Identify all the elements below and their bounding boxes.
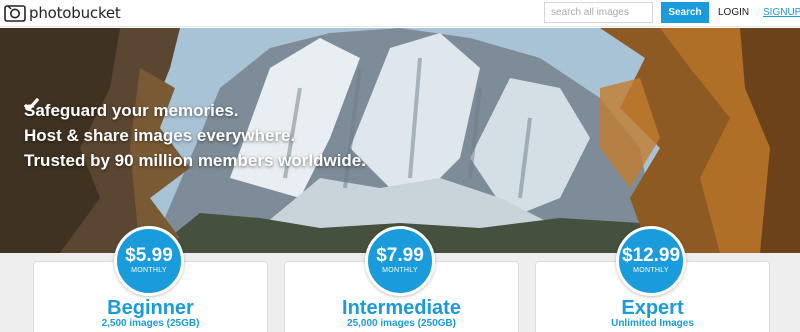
price-badge: $5.99 MONTHLY bbox=[114, 226, 184, 296]
top-nav-bar: photobucket Search LOGIN SIGNUP bbox=[0, 0, 800, 27]
plan-detail: Unlimited Images bbox=[611, 318, 694, 329]
checkmark-icon bbox=[24, 98, 39, 111]
search-input[interactable] bbox=[544, 2, 653, 23]
plan-detail: 25,000 images (250GB) bbox=[347, 318, 456, 329]
price-amount: $5.99 bbox=[125, 245, 173, 266]
price-badge: $12.99 MONTHLY bbox=[616, 226, 686, 296]
login-link[interactable]: LOGIN bbox=[718, 7, 749, 18]
photobucket-logo[interactable]: photobucket bbox=[4, 3, 121, 23]
price-amount: $12.99 bbox=[621, 245, 681, 266]
feature-bullets: Safeguard your memories. Host & share im… bbox=[24, 98, 366, 173]
price-period: MONTHLY bbox=[633, 267, 669, 274]
price-period: MONTHLY bbox=[131, 267, 167, 274]
signup-link[interactable]: SIGNUP bbox=[763, 7, 800, 18]
feature-text: Trusted by 90 million members worldwide. bbox=[24, 150, 366, 170]
price-badge: $7.99 MONTHLY bbox=[365, 226, 435, 296]
feature-bullet: Trusted by 90 million members worldwide. bbox=[24, 98, 366, 173]
plan-name: Beginner bbox=[107, 297, 194, 319]
camera-logo-icon bbox=[4, 4, 26, 22]
hero-banner: Safeguard your memories. Host & share im… bbox=[0, 28, 800, 253]
search-button[interactable]: Search bbox=[661, 2, 709, 23]
feature-text: Host & share images everywhere. bbox=[24, 125, 296, 145]
feature-bullet: Host & share images everywhere. bbox=[24, 98, 366, 148]
feature-bullet: Safeguard your memories. bbox=[24, 98, 366, 123]
feature-text: Safeguard your memories. bbox=[24, 100, 239, 120]
plan-detail: 2,500 images (25GB) bbox=[101, 318, 200, 329]
plan-name: Intermediate bbox=[342, 297, 461, 319]
plan-name: Expert bbox=[621, 297, 684, 319]
logo-text: photobucket bbox=[29, 4, 121, 22]
price-amount: $7.99 bbox=[376, 245, 424, 266]
price-period: MONTHLY bbox=[382, 267, 418, 274]
